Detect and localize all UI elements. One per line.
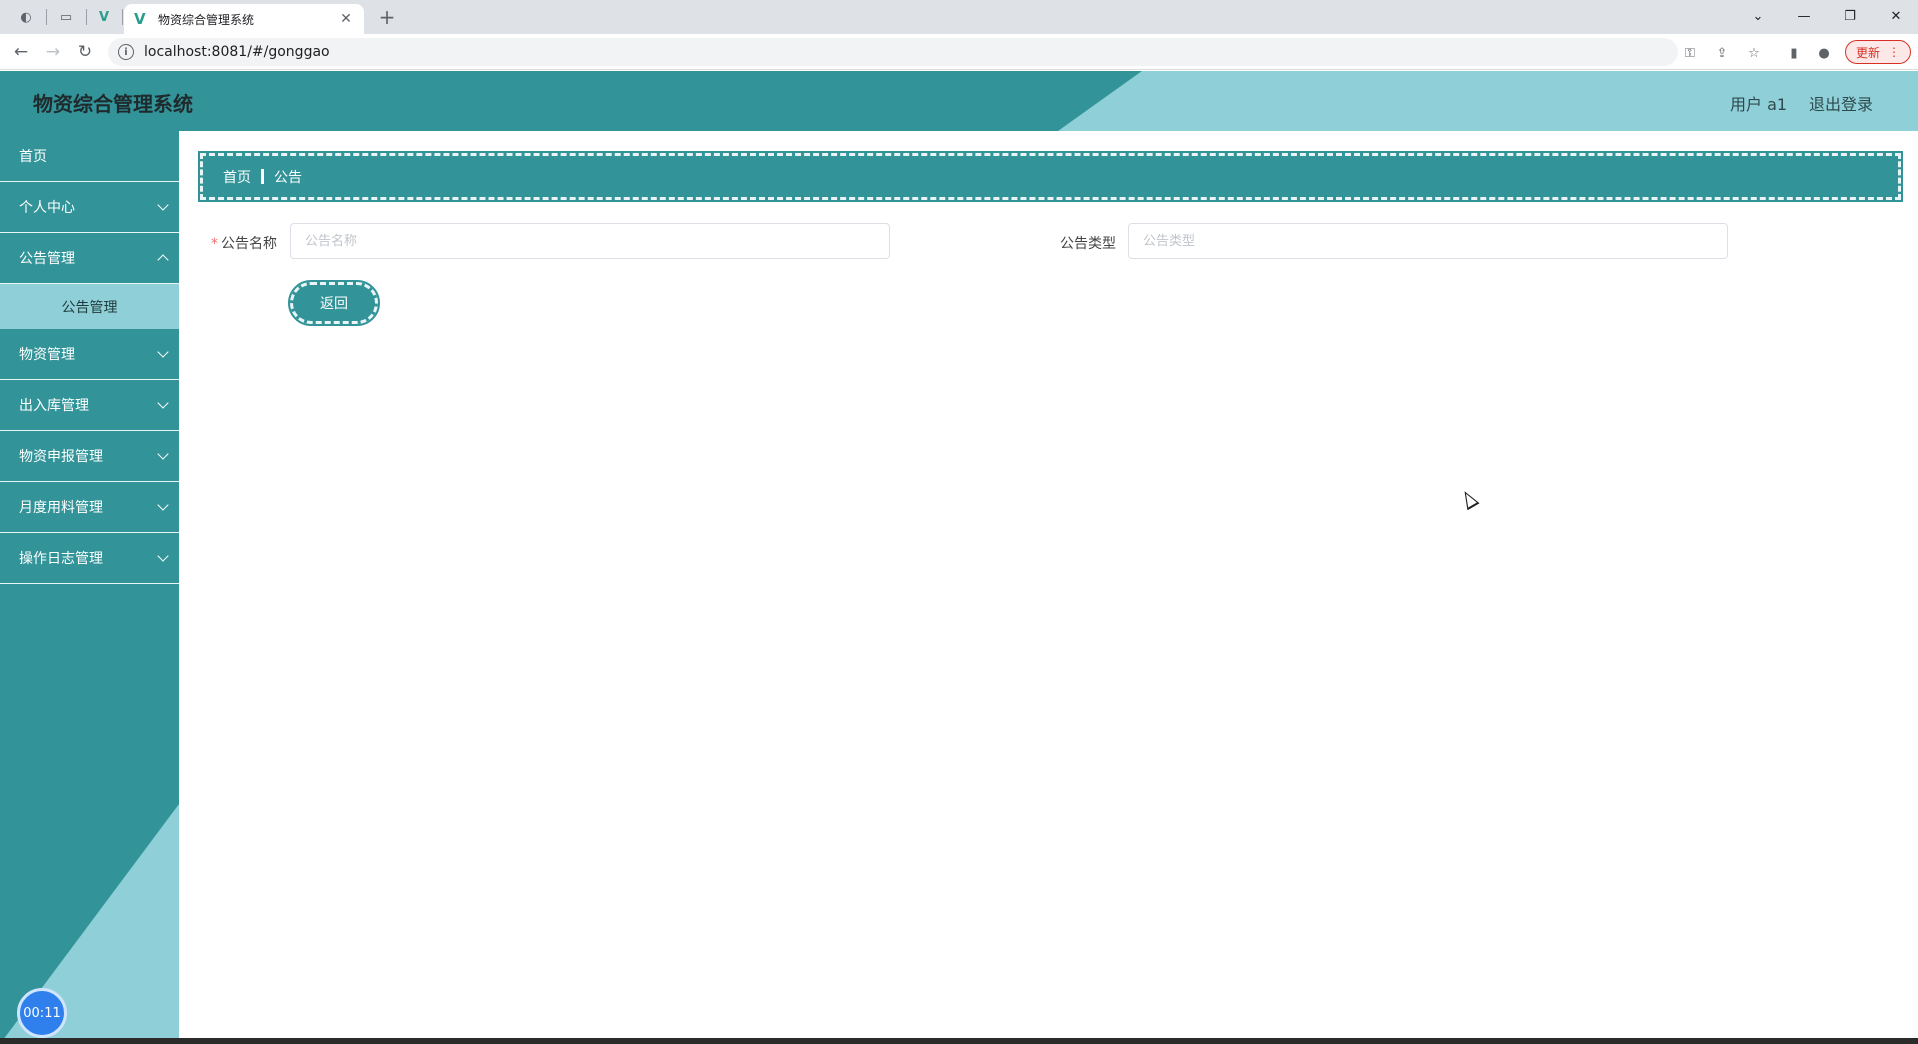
address-bar[interactable]: i localhost:8081/#/gonggao xyxy=(108,38,1678,66)
sidebar-item-profile[interactable]: 个人中心 xyxy=(0,182,179,233)
update-button[interactable]: 更新 ⋮ xyxy=(1845,40,1911,64)
close-icon[interactable]: ✕ xyxy=(338,11,354,27)
app-header: 物资综合管理系统 用户 a1 退出登录 xyxy=(0,71,1918,131)
header-dark-shape xyxy=(0,71,1142,131)
sidebar-item-materials[interactable]: 物资管理 xyxy=(0,329,179,380)
forward-arrow-icon[interactable]: → xyxy=(40,40,66,64)
chevron-down-icon xyxy=(157,346,169,358)
chevron-down-icon xyxy=(157,550,169,562)
chevron-down-icon xyxy=(157,448,169,460)
browser-tabbar: ◐ ▭ V V 物资综合管理系统 ✕ + ⌄ — ❐ ✕ xyxy=(0,0,1918,34)
sidebar-item-label: 出入库管理 xyxy=(19,398,89,414)
sidebar-item-label: 月度用料管理 xyxy=(19,500,103,516)
profile-icon[interactable]: ● xyxy=(1815,44,1833,62)
window-close-button[interactable]: ✕ xyxy=(1878,4,1914,28)
chevron-down-icon xyxy=(157,397,169,409)
chevron-down-icon xyxy=(157,499,169,511)
more-icon: ⋮ xyxy=(1888,45,1900,59)
minimize-button[interactable]: — xyxy=(1786,4,1822,28)
mouse-cursor-icon xyxy=(1458,487,1480,511)
announcement-name-input[interactable] xyxy=(290,223,890,259)
sidebar-item-label: 操作日志管理 xyxy=(19,551,103,567)
back-arrow-icon[interactable]: ← xyxy=(8,40,34,64)
announcement-name-label-text: 公告名称 xyxy=(221,236,277,252)
taskbar-strip xyxy=(0,1038,1918,1044)
user-label: 用户 a1 xyxy=(1730,95,1788,114)
side-panel-icon[interactable]: ▮ xyxy=(1785,44,1803,62)
sidebar-item-label: 物资管理 xyxy=(19,347,75,363)
new-tab-button[interactable]: + xyxy=(374,5,400,29)
sidebar: 首页 个人中心 公告管理 公告管理 物资管理 出入库管理 物资申报管理 月度用料… xyxy=(0,131,179,1044)
recording-timer[interactable]: 00:11 xyxy=(17,988,67,1038)
sidebar-item-home[interactable]: 首页 xyxy=(0,131,179,182)
app-title: 物资综合管理系统 xyxy=(33,92,193,116)
info-icon[interactable]: i xyxy=(118,44,134,60)
restore-button[interactable]: ❐ xyxy=(1832,4,1868,28)
tab-divider xyxy=(122,9,123,25)
announcement-name-label: * 公告名称 xyxy=(211,233,277,253)
sidebar-item-monthly-usage[interactable]: 月度用料管理 xyxy=(0,482,179,533)
breadcrumb-home[interactable]: 首页 xyxy=(223,167,251,187)
tab-divider xyxy=(86,9,87,25)
sidebar-subitem-announcement-manage[interactable]: 公告管理 xyxy=(0,284,179,329)
sidebar-item-label: 个人中心 xyxy=(19,200,75,216)
announcement-type-label: 公告类型 xyxy=(1060,236,1116,252)
tab-title: 物资综合管理系统 xyxy=(158,12,255,27)
breadcrumb-separator xyxy=(261,169,264,184)
chevron-up-icon xyxy=(157,254,169,266)
browser-toolbar: ← → ↻ i localhost:8081/#/gonggao ⚿ ⇪ ☆ ▮… xyxy=(0,34,1918,70)
globe-icon[interactable]: ◐ xyxy=(12,6,40,28)
url-text: localhost:8081/#/gonggao xyxy=(144,44,330,60)
tab-search-icon[interactable]: ⌄ xyxy=(1740,4,1776,28)
reload-icon[interactable]: ↻ xyxy=(72,40,98,64)
update-label: 更新 xyxy=(1855,45,1880,60)
sidebar-item-label: 公告管理 xyxy=(19,251,75,267)
sidebar-item-material-requests[interactable]: 物资申报管理 xyxy=(0,431,179,482)
sidebar-item-label: 首页 xyxy=(19,149,47,165)
tab-divider xyxy=(46,9,47,25)
chevron-down-icon xyxy=(157,199,169,211)
sidebar-subitem-label: 公告管理 xyxy=(61,299,118,316)
logout-link[interactable]: 退出登录 xyxy=(1809,91,1873,115)
required-marker: * xyxy=(211,236,218,252)
back-button[interactable]: 返回 xyxy=(288,280,380,326)
breadcrumb: 首页 公告 xyxy=(198,151,1903,202)
sidebar-item-inventory-io[interactable]: 出入库管理 xyxy=(0,380,179,431)
sidebar-item-operation-logs[interactable]: 操作日志管理 xyxy=(0,533,179,584)
vue-logo-icon[interactable]: V xyxy=(90,6,118,28)
pinned-tab-icon[interactable]: ▭ xyxy=(52,6,80,28)
share-icon[interactable]: ⇪ xyxy=(1713,44,1731,62)
star-icon[interactable]: ☆ xyxy=(1745,44,1763,62)
active-browser-tab[interactable]: V 物资综合管理系统 ✕ xyxy=(124,4,364,34)
vue-logo-icon: V xyxy=(134,10,146,28)
sidebar-item-label: 物资申报管理 xyxy=(19,449,103,465)
sidebar-item-announcements[interactable]: 公告管理 xyxy=(0,233,179,284)
key-icon[interactable]: ⚿ xyxy=(1681,44,1699,62)
announcement-type-input[interactable] xyxy=(1128,223,1728,259)
breadcrumb-current: 公告 xyxy=(274,169,302,186)
